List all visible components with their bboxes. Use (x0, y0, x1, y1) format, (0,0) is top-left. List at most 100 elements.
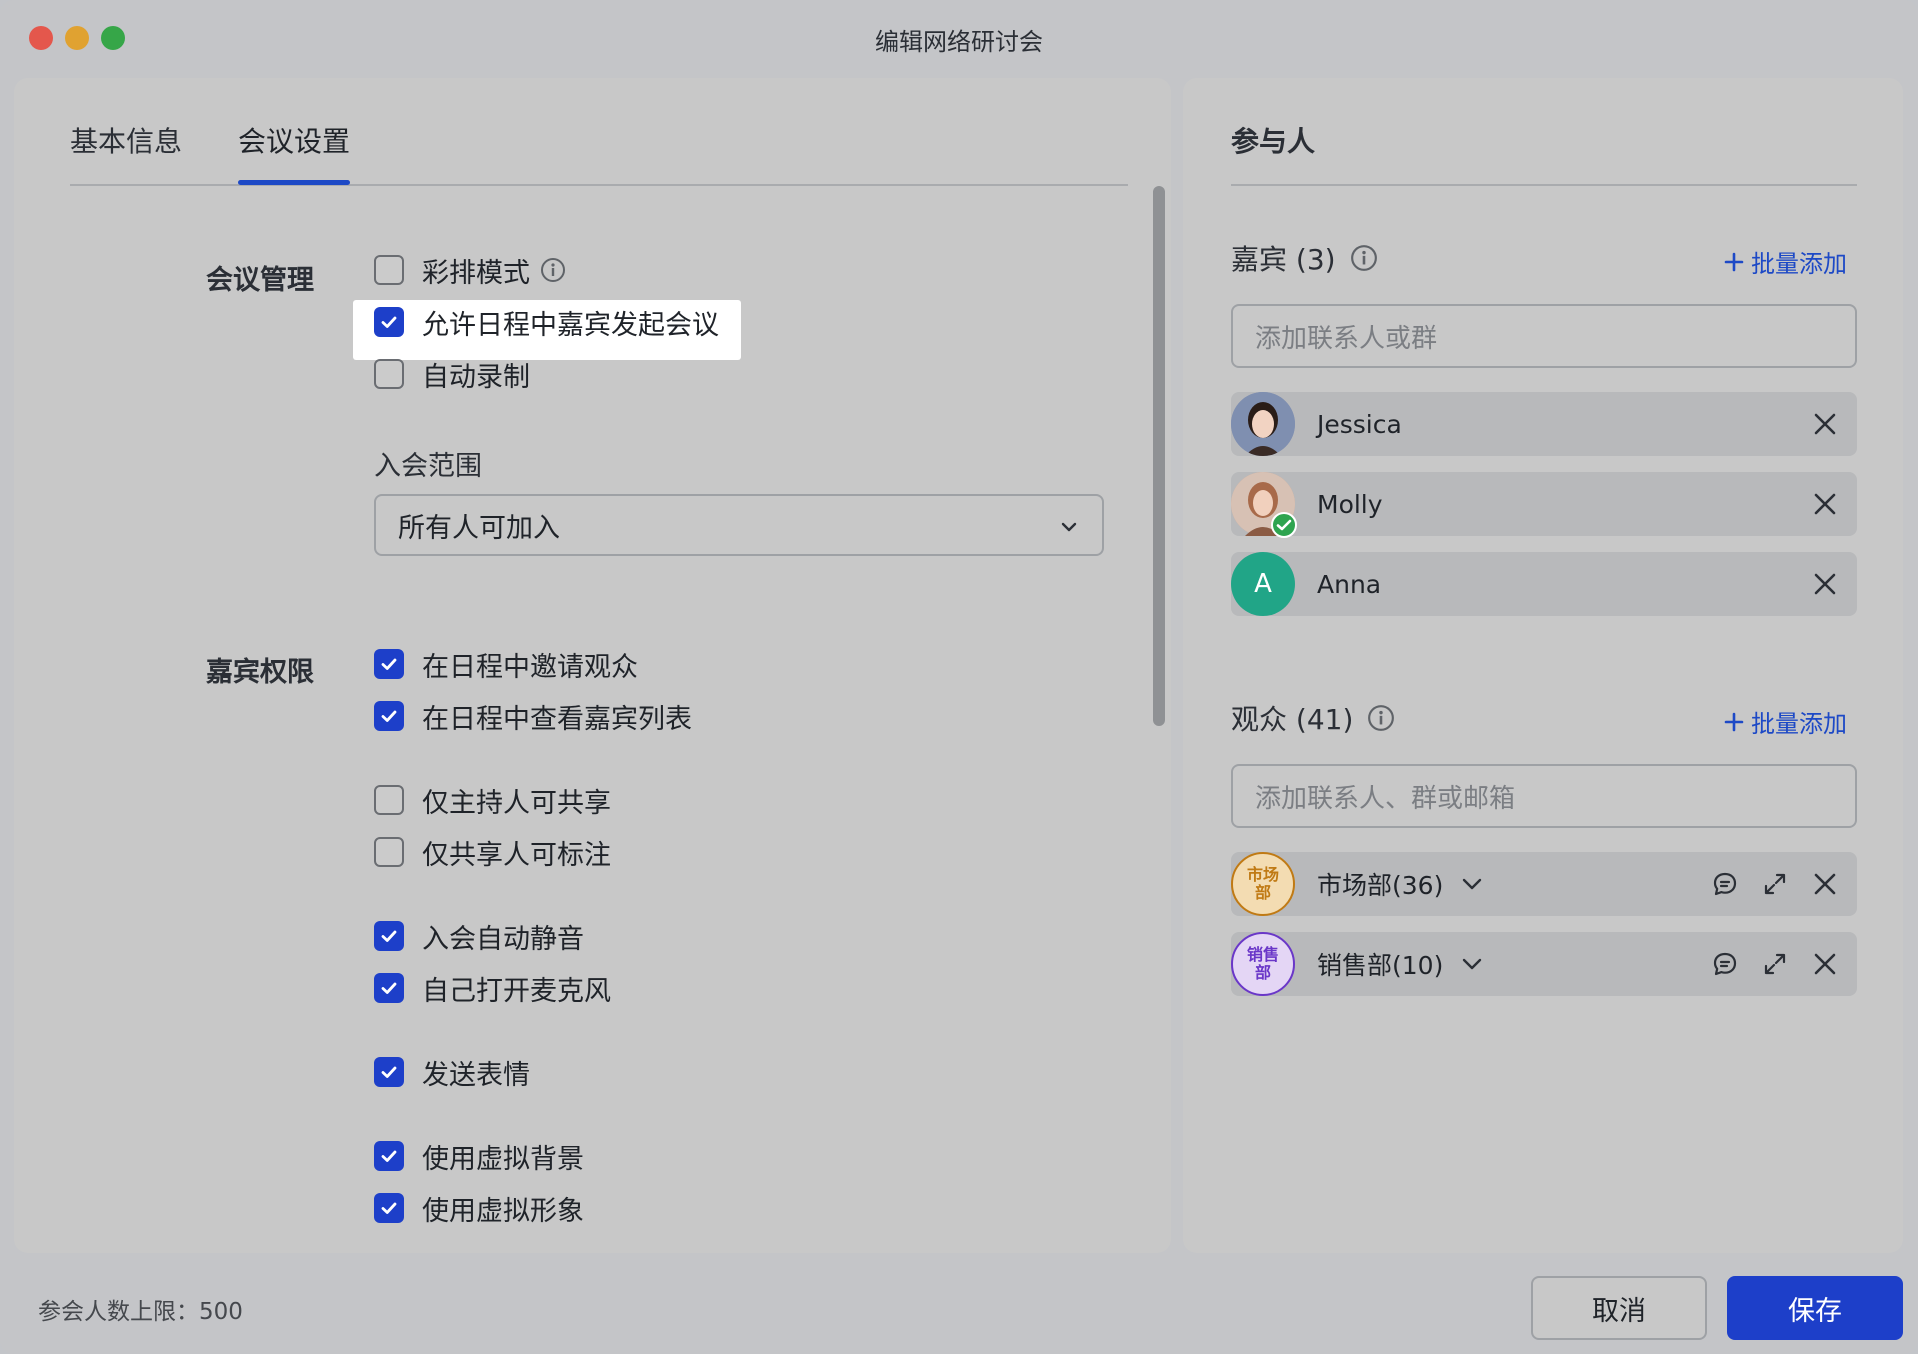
group-avatar-text: 销售部 (1246, 945, 1279, 982)
option-sharer-only-annotate[interactable]: 仅共享人可标注 (374, 830, 611, 874)
check-icon (381, 1150, 397, 1162)
group-name: 市场部(36) (1317, 871, 1444, 900)
join-scope-label: 入会范围 (374, 451, 482, 482)
check-icon (381, 930, 397, 942)
option-virtual-avatar[interactable]: 使用虚拟形象 (374, 1186, 584, 1230)
participant-limit-text: 参会人数上限：500 (38, 1299, 243, 1325)
group-avatar-text: 市场部 (1246, 865, 1279, 902)
checkbox[interactable] (374, 701, 404, 731)
avatar: A (1231, 552, 1295, 616)
option-allow-guest-start-meeting[interactable]: 允许日程中嘉宾发起会议 (374, 300, 719, 344)
option-send-reactions[interactable]: 发送表情 (374, 1050, 530, 1094)
bulk-add-label: 批量添加 (1751, 250, 1847, 278)
cancel-button[interactable]: 取消 (1531, 1276, 1707, 1340)
check-icon (381, 1202, 397, 1214)
check-icon (381, 1066, 397, 1078)
checkbox[interactable] (374, 359, 404, 389)
tab-meeting-settings[interactable]: 会议设置 (238, 120, 350, 160)
guests-header: 嘉宾 (3) (1231, 238, 1378, 278)
option-label: 仅主持人可共享 (422, 787, 611, 819)
option-label: 使用虚拟背景 (422, 1143, 584, 1175)
audience-bulk-add-button[interactable]: 批量添加 (1723, 704, 1847, 739)
guest-search-placeholder: 添加联系人或群 (1255, 323, 1438, 354)
checkbox[interactable] (374, 649, 404, 679)
info-icon[interactable] (1350, 244, 1378, 272)
option-invite-audience[interactable]: 在日程中邀请观众 (374, 642, 638, 686)
audience-header: 观众 (41) (1231, 698, 1395, 738)
guest-item-molly: Molly (1231, 472, 1857, 538)
participants-divider (1231, 184, 1857, 186)
checkbox[interactable] (374, 785, 404, 815)
audience-search-input[interactable]: 添加联系人、群或邮箱 (1231, 764, 1857, 828)
remove-icon[interactable] (1811, 870, 1839, 898)
participants-panel: 参与人 嘉宾 (3) 批量添加 添加联系人或群 Jessica Molly A … (1183, 78, 1903, 1253)
option-view-guest-list[interactable]: 在日程中查看嘉宾列表 (374, 694, 692, 738)
option-auto-record[interactable]: 自动录制 (374, 352, 530, 396)
verified-badge-icon (1271, 512, 1297, 538)
tab-divider (70, 184, 1128, 186)
checkbox[interactable] (374, 921, 404, 951)
option-label: 仅共享人可标注 (422, 839, 611, 871)
guest-name: Anna (1317, 569, 1382, 599)
group-actions (1711, 950, 1839, 978)
group-actions (1711, 870, 1839, 898)
info-icon[interactable] (1367, 704, 1395, 732)
group-name: 销售部(10) (1317, 951, 1444, 980)
option-label: 使用虚拟形象 (422, 1195, 584, 1227)
option-label: 在日程中邀请观众 (422, 651, 638, 683)
remove-icon[interactable] (1811, 570, 1839, 598)
option-auto-mute[interactable]: 入会自动静音 (374, 914, 584, 958)
checkbox[interactable] (374, 307, 404, 337)
checkbox[interactable] (374, 255, 404, 285)
chat-icon[interactable] (1711, 950, 1739, 978)
avatar (1231, 392, 1295, 456)
audience-search-placeholder: 添加联系人、群或邮箱 (1255, 783, 1516, 814)
expand-icon[interactable] (1761, 950, 1789, 978)
option-label: 在日程中查看嘉宾列表 (422, 703, 692, 735)
option-rehearsal-mode[interactable]: 彩排模式 (374, 248, 566, 292)
guest-item-anna: A Anna (1231, 552, 1857, 616)
check-icon (381, 982, 397, 994)
chevron-down-icon[interactable] (1459, 871, 1485, 897)
join-scope-value: 所有人可加入 (398, 512, 560, 544)
remove-icon[interactable] (1811, 410, 1839, 438)
chat-icon[interactable] (1711, 870, 1739, 898)
save-button[interactable]: 保存 (1727, 1276, 1903, 1340)
chevron-down-icon (1061, 522, 1077, 532)
info-icon[interactable] (540, 257, 566, 283)
option-label: 发送表情 (422, 1059, 530, 1091)
audience-group-marketing: 市场部 市场部(36) (1231, 852, 1857, 916)
audience-group-sales: 销售部 销售部(10) (1231, 932, 1857, 996)
avatar-initial: A (1254, 569, 1272, 599)
plus-icon (1724, 712, 1744, 731)
guest-name: Molly (1317, 489, 1383, 519)
guests-title: 嘉宾 (3) (1231, 243, 1336, 276)
remove-icon[interactable] (1811, 950, 1839, 978)
option-host-only-share[interactable]: 仅主持人可共享 (374, 778, 611, 822)
option-label: 自己打开麦克风 (422, 975, 611, 1007)
option-virtual-background[interactable]: 使用虚拟背景 (374, 1134, 584, 1178)
check-icon (381, 658, 397, 670)
option-unmute-self[interactable]: 自己打开麦克风 (374, 966, 611, 1010)
avatar (1231, 472, 1297, 538)
checkbox[interactable] (374, 973, 404, 1003)
join-scope-select[interactable]: 所有人可加入 (374, 494, 1104, 556)
guest-permissions-label: 嘉宾权限 (206, 657, 314, 688)
guest-search-input[interactable]: 添加联系人或群 (1231, 304, 1857, 368)
settings-panel: 基本信息 会议设置 会议管理 彩排模式 允许日程中嘉宾发起会议 自动录制 入会范… (14, 78, 1171, 1253)
checkbox[interactable] (374, 1193, 404, 1223)
group-avatar: 市场部 (1231, 852, 1295, 916)
checkbox[interactable] (374, 1057, 404, 1087)
expand-icon[interactable] (1761, 870, 1789, 898)
checkbox[interactable] (374, 1141, 404, 1171)
meeting-management-label: 会议管理 (206, 265, 314, 296)
chevron-down-icon[interactable] (1459, 951, 1485, 977)
remove-icon[interactable] (1811, 490, 1839, 518)
settings-scrollbar[interactable] (1153, 186, 1165, 726)
guests-bulk-add-button[interactable]: 批量添加 (1723, 244, 1847, 279)
tab-basic-info[interactable]: 基本信息 (70, 120, 182, 160)
webinar-edit-window: 编辑网络研讨会 基本信息 会议设置 会议管理 彩排模式 允许日程中嘉宾发起会议 … (0, 0, 1918, 1354)
checkbox[interactable] (374, 837, 404, 867)
check-icon (381, 710, 397, 722)
guest-item-jessica: Jessica (1231, 392, 1857, 456)
